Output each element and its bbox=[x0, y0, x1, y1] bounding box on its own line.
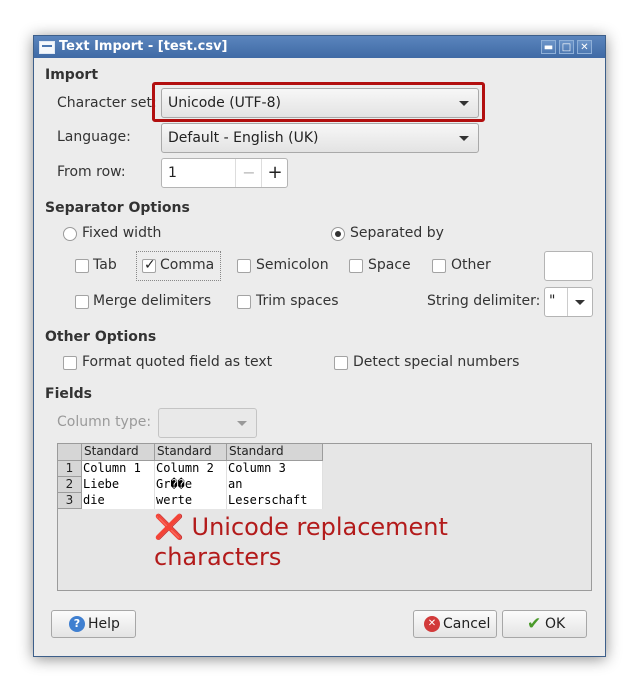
merge-delimiters-checkbox[interactable] bbox=[75, 295, 89, 309]
window-title: Text Import - [test.csv] bbox=[59, 39, 228, 54]
charset-label: Character set: bbox=[57, 95, 157, 111]
chevron-down-icon bbox=[575, 300, 585, 305]
column-header[interactable]: Standard bbox=[155, 444, 227, 461]
cancel-icon: ✕ bbox=[424, 616, 440, 632]
comma-checkbox[interactable]: ✓ bbox=[142, 257, 156, 273]
cancel-button[interactable]: ✕ Cancel bbox=[413, 610, 497, 638]
separator-section-title: Separator Options bbox=[45, 200, 190, 216]
annotation-line-2: characters bbox=[154, 543, 282, 571]
space-checkbox[interactable] bbox=[349, 259, 363, 273]
annotation-text: Unicode replacement bbox=[191, 513, 448, 541]
string-delimiter-label: String delimiter: bbox=[427, 293, 541, 309]
help-icon: ? bbox=[69, 616, 85, 632]
other-label[interactable]: Other bbox=[451, 257, 491, 273]
table-cell[interactable]: die bbox=[82, 493, 155, 509]
other-checkbox[interactable] bbox=[432, 259, 446, 273]
separated-by-radio[interactable] bbox=[331, 227, 345, 241]
ok-label: OK bbox=[545, 616, 566, 632]
corner-header bbox=[58, 444, 82, 461]
language-label: Language: bbox=[57, 129, 131, 145]
language-value: Default - English (UK) bbox=[168, 130, 319, 146]
row-header: 1 bbox=[58, 461, 82, 477]
chevron-down-icon bbox=[459, 136, 469, 141]
merge-delimiters-label[interactable]: Merge delimiters bbox=[93, 293, 211, 309]
table-cell[interactable]: Liebe bbox=[82, 477, 155, 493]
comma-label[interactable]: Comma bbox=[160, 257, 214, 273]
trim-spaces-checkbox[interactable] bbox=[237, 295, 251, 309]
column-type-label: Column type: bbox=[57, 414, 152, 430]
trim-spaces-label[interactable]: Trim spaces bbox=[256, 293, 339, 309]
cross-mark-icon: ❌ bbox=[154, 513, 184, 541]
fixed-width-radio[interactable] bbox=[63, 227, 77, 241]
close-button[interactable]: ✕ bbox=[577, 40, 592, 54]
table-cell[interactable]: an bbox=[227, 477, 323, 493]
maximize-button[interactable]: □ bbox=[559, 40, 574, 54]
string-delimiter-value: " bbox=[549, 293, 556, 309]
table-cell[interactable]: werte bbox=[155, 493, 227, 509]
row-header: 2 bbox=[58, 477, 82, 493]
from-row-spinbox[interactable]: 1 − + bbox=[161, 158, 288, 188]
table-cell[interactable]: Column 3 bbox=[227, 461, 323, 477]
tab-checkbox[interactable] bbox=[75, 259, 89, 273]
other-options-section-title: Other Options bbox=[45, 329, 157, 345]
column-type-select[interactable] bbox=[158, 408, 257, 438]
semicolon-label[interactable]: Semicolon bbox=[256, 257, 329, 273]
string-delimiter-select[interactable]: " bbox=[544, 287, 593, 317]
tab-label[interactable]: Tab bbox=[93, 257, 117, 273]
language-select[interactable]: Default - English (UK) bbox=[161, 123, 479, 153]
fixed-width-label[interactable]: Fixed width bbox=[82, 225, 161, 241]
divider bbox=[567, 288, 568, 316]
detect-special-label[interactable]: Detect special numbers bbox=[353, 354, 519, 370]
checkmark-icon: ✓ bbox=[144, 257, 156, 273]
separated-by-label[interactable]: Separated by bbox=[350, 225, 444, 241]
increment-button[interactable]: + bbox=[261, 159, 288, 187]
table-cell[interactable]: Leserschaft bbox=[227, 493, 323, 509]
from-row-value[interactable]: 1 bbox=[168, 165, 177, 181]
detect-special-checkbox[interactable] bbox=[334, 356, 348, 370]
column-header[interactable]: Standard bbox=[227, 444, 323, 461]
checkmark-icon: ✔ bbox=[527, 614, 542, 634]
cancel-label: Cancel bbox=[443, 616, 491, 632]
title-bar[interactable]: Text Import - [test.csv] ▬ □ ✕ bbox=[34, 36, 605, 58]
fields-section-title: Fields bbox=[45, 386, 93, 402]
table-cell[interactable]: Column 2 bbox=[155, 461, 227, 477]
column-header[interactable]: Standard bbox=[82, 444, 155, 461]
chevron-down-icon bbox=[237, 421, 247, 426]
semicolon-checkbox[interactable] bbox=[237, 259, 251, 273]
table-cell[interactable]: Column 1 bbox=[82, 461, 155, 477]
table-cell[interactable]: Gr��e bbox=[155, 477, 227, 493]
decrement-button[interactable]: − bbox=[235, 159, 262, 187]
window-icon bbox=[39, 41, 55, 54]
annotation-line-1: ❌ Unicode replacement bbox=[154, 512, 448, 542]
row-header: 3 bbox=[58, 493, 82, 509]
charset-highlight-box bbox=[152, 82, 485, 122]
other-delimiter-input[interactable] bbox=[544, 251, 593, 281]
import-section-title: Import bbox=[45, 67, 99, 83]
help-label: Help bbox=[88, 616, 120, 632]
space-label[interactable]: Space bbox=[368, 257, 411, 273]
help-button[interactable]: ? Help bbox=[51, 610, 136, 638]
format-quoted-checkbox[interactable] bbox=[63, 356, 77, 370]
from-row-label: From row: bbox=[57, 164, 126, 180]
format-quoted-label[interactable]: Format quoted field as text bbox=[82, 354, 272, 370]
ok-button[interactable]: ✔ OK bbox=[502, 610, 587, 638]
minimize-button[interactable]: ▬ bbox=[541, 40, 556, 54]
